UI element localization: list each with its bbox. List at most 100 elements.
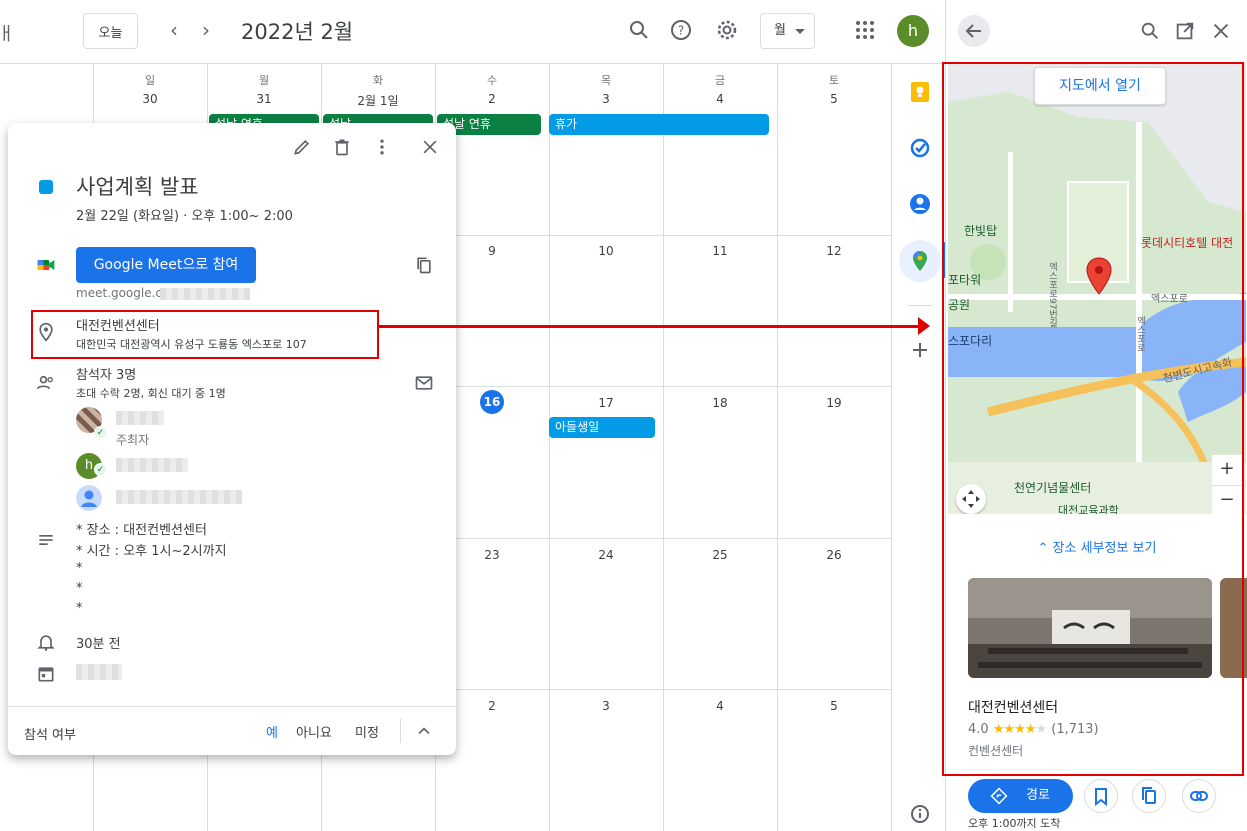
grid-line — [549, 64, 550, 831]
directions-button[interactable]: 경로 — [968, 779, 1073, 813]
event-color-square — [39, 180, 53, 194]
redacted-text — [160, 288, 250, 300]
event-detail-popup: 사업계획 발표 2월 22일 (화요일) · 오후 1:00~ 2:00 Goo… — [8, 123, 456, 755]
prev-month-button[interactable]: ‹ — [162, 18, 186, 42]
search-icon[interactable] — [1139, 20, 1161, 42]
day-number[interactable]: 19 — [777, 396, 891, 410]
settings-gear-icon[interactable] — [715, 18, 739, 42]
save-button[interactable] — [1084, 779, 1118, 813]
annotation-map-box — [942, 62, 1244, 776]
apps-grid-icon[interactable] — [853, 18, 877, 42]
attendees-count: 참석자 3명 — [76, 368, 137, 383]
day-number[interactable]: 3 — [549, 699, 663, 713]
view-selector[interactable]: 월 — [760, 13, 815, 49]
join-meet-button[interactable]: Google Meet으로 참여 — [76, 247, 256, 283]
account-avatar[interactable]: h — [897, 15, 929, 47]
google-meet-icon — [37, 260, 55, 270]
redacted-email — [116, 490, 242, 504]
rsvp-no-button[interactable]: 아니요 — [296, 722, 332, 741]
day-number[interactable]: 2월 1일 — [321, 92, 435, 109]
weekday-header: 수 — [486, 74, 498, 87]
next-month-button[interactable]: › — [194, 18, 218, 42]
copy-icon[interactable] — [414, 255, 434, 275]
month-title: 2022년 2월 — [241, 20, 354, 44]
copy-icon — [1142, 787, 1156, 804]
weekday-header: 월 — [258, 74, 270, 87]
rsvp-bar: 참석 여부 예 아니요 미정 — [8, 706, 456, 755]
grid-line — [663, 64, 664, 831]
search-icon[interactable] — [627, 18, 651, 42]
tasks-icon[interactable] — [908, 136, 932, 160]
arrow-back-icon — [965, 24, 981, 38]
day-number[interactable]: 25 — [663, 548, 777, 562]
day-number[interactable]: 5 — [777, 92, 891, 106]
rsvp-maybe-button[interactable]: 미정 — [355, 722, 379, 741]
chevron-down-icon — [795, 29, 805, 34]
day-number[interactable]: 17 — [549, 396, 663, 410]
left-edge-fragment: ㅐ — [0, 24, 15, 45]
view-selector-label: 월 — [774, 23, 786, 38]
day-number[interactable]: 4 — [663, 92, 777, 106]
close-icon[interactable] — [1210, 20, 1232, 42]
day-number[interactable]: 31 — [207, 92, 321, 106]
info-icon[interactable] — [908, 802, 932, 826]
calendar-icon — [38, 667, 54, 682]
copy-address-button[interactable] — [1132, 779, 1166, 813]
rsvp-label: 참석 여부 — [24, 728, 76, 743]
contacts-icon[interactable] — [908, 192, 932, 216]
bell-icon — [37, 635, 55, 651]
attendees-status: 초대 수락 2명, 회신 대기 중 1명 — [76, 387, 226, 400]
help-icon[interactable]: ? — [669, 18, 693, 42]
delete-trash-icon[interactable] — [332, 137, 352, 157]
grid-line — [777, 64, 778, 831]
email-icon[interactable] — [414, 373, 434, 393]
day-number[interactable]: 24 — [549, 548, 663, 562]
today-day-number[interactable]: 16 — [480, 390, 504, 414]
redacted-name — [116, 411, 164, 425]
edit-pencil-icon[interactable] — [292, 137, 312, 157]
day-number[interactable]: 4 — [663, 699, 777, 713]
today-button[interactable]: 오늘 — [83, 13, 138, 49]
annotation-arrow — [379, 325, 919, 328]
calendar-toolbar: ㅐ 오늘 ‹ › 2022년 2월 ? 월 h — [0, 0, 945, 64]
chevron-up-icon[interactable] — [414, 721, 434, 741]
description-line: * — [76, 561, 83, 576]
weekday-header: 일 — [144, 74, 156, 87]
attendee-default-avatar-icon — [76, 485, 102, 511]
meet-link[interactable]: meet.google.co — [76, 286, 169, 300]
annotation-arrowhead — [918, 317, 930, 335]
day-number[interactable]: 11 — [663, 244, 777, 258]
add-icon[interactable] — [908, 338, 932, 362]
rsvp-yes-button[interactable]: 예 — [266, 722, 278, 741]
keep-icon[interactable] — [908, 80, 932, 104]
day-number[interactable]: 10 — [549, 244, 663, 258]
event-title: 사업계획 발표 — [76, 175, 199, 199]
event-son-birthday[interactable]: 아들생일 — [549, 417, 655, 438]
back-button[interactable] — [958, 15, 990, 47]
directions-icon — [990, 787, 1008, 805]
day-number[interactable]: 12 — [777, 244, 891, 258]
weekday-header: 화 — [372, 74, 384, 87]
day-number[interactable]: 5 — [777, 699, 891, 713]
close-icon[interactable] — [420, 137, 440, 157]
maps-icon[interactable] — [908, 249, 932, 273]
svg-text:?: ? — [678, 24, 684, 38]
event-vacation[interactable]: 휴가 — [549, 114, 769, 135]
more-options-icon[interactable] — [372, 137, 392, 157]
weekday-header: 금 — [714, 74, 726, 87]
day-number[interactable]: 26 — [777, 548, 891, 562]
link-icon — [1190, 791, 1208, 801]
side-panel-strip — [891, 64, 945, 831]
day-number[interactable]: 18 — [663, 396, 777, 410]
reminder-text: 30분 전 — [76, 637, 121, 652]
day-number[interactable]: 30 — [93, 92, 207, 106]
description-line: * — [76, 581, 83, 596]
day-number[interactable]: 2 — [435, 92, 549, 106]
directions-label: 경로 — [1026, 788, 1050, 803]
open-in-new-icon[interactable] — [1174, 20, 1196, 42]
day-number[interactable]: 3 — [549, 92, 663, 106]
share-link-button[interactable] — [1182, 779, 1216, 813]
arrival-time: 오후 1:00까지 도착 — [968, 817, 1061, 830]
description-line: * — [76, 601, 83, 616]
weekday-header: 목 — [600, 74, 612, 87]
